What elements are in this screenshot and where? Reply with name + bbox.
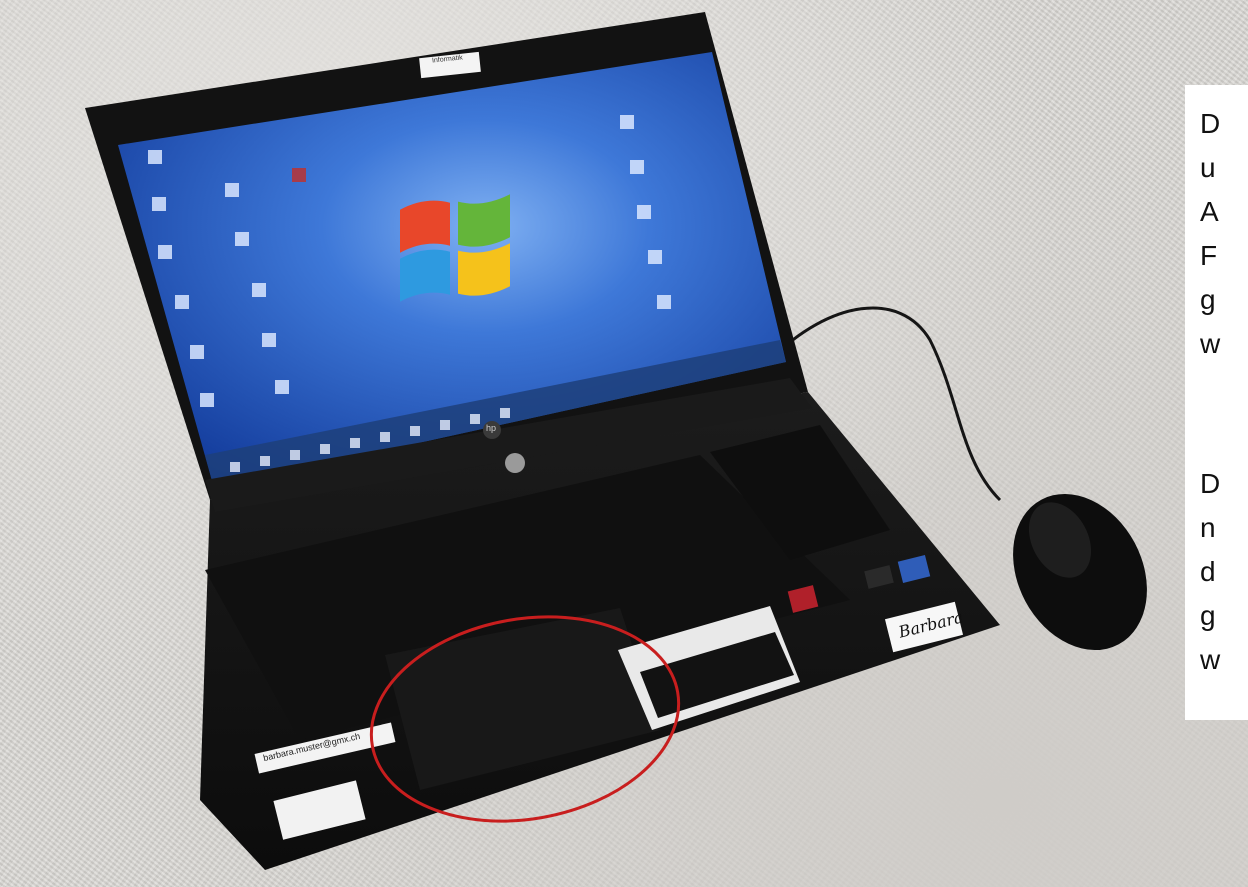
para1-line: g — [1200, 284, 1216, 315]
para1-line: w — [1200, 328, 1221, 359]
para1-line: u — [1200, 152, 1216, 183]
para2-line: g — [1200, 600, 1216, 631]
hp-logo-text: hp — [486, 423, 497, 433]
para2-line: n — [1200, 512, 1216, 543]
para2-line: w — [1200, 644, 1221, 675]
para2-line: D — [1200, 468, 1221, 499]
paragraph-2: D n d g w — [1200, 462, 1220, 682]
para1-line: D — [1200, 108, 1221, 139]
power-button — [505, 453, 525, 473]
paragraph-1: D u A F g w — [1200, 102, 1220, 366]
para1-line: A — [1200, 196, 1219, 227]
mouse-icon — [1013, 493, 1147, 651]
para2-line: d — [1200, 556, 1216, 587]
para1-line: F — [1200, 240, 1218, 271]
laptop-photo — [85, 12, 1147, 870]
